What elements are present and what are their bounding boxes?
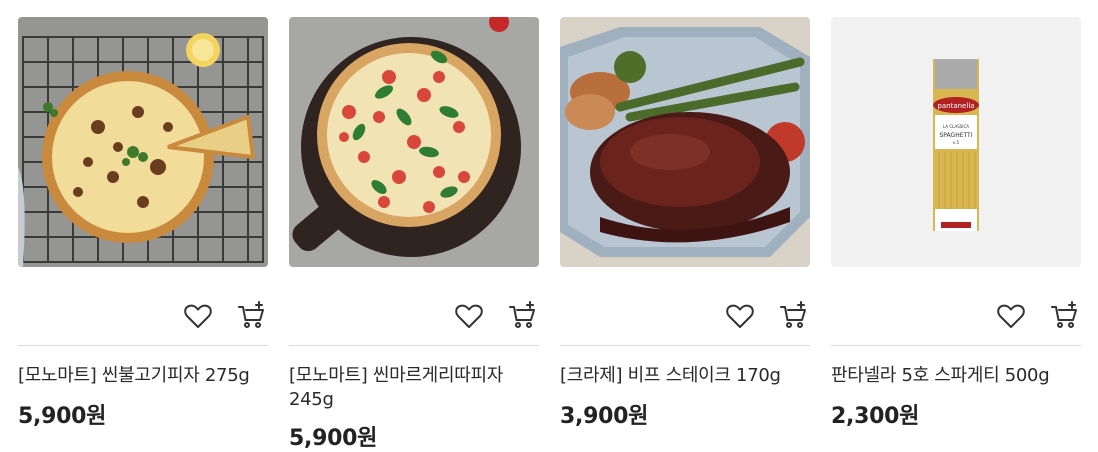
product-image[interactable]: pantanella LA CLASSICA SPAGHETTI n.5 (831, 17, 1081, 267)
package-product: SPAGHETTI (940, 132, 973, 139)
product-name[interactable]: 판타넬라 5호 스파게티 500g (831, 364, 1081, 388)
add-to-cart-button[interactable] (778, 300, 810, 332)
product-image[interactable] (560, 17, 810, 267)
wishlist-button[interactable] (995, 300, 1027, 332)
heart-icon (455, 304, 483, 328)
product-image[interactable] (289, 17, 539, 267)
add-to-cart-button[interactable] (236, 300, 268, 332)
package-brand: pantanella (937, 102, 974, 110)
product-actions (18, 267, 268, 346)
product-card[interactable]: [모노마트] 씬불고기피자 275g 5,900원 (18, 17, 268, 430)
package-number: n.5 (953, 140, 960, 145)
cart-icon (1051, 301, 1077, 328)
product-image[interactable] (18, 17, 268, 267)
product-name[interactable]: [모노마트] 씬불고기피자 275g (18, 364, 268, 388)
wishlist-button[interactable] (453, 300, 485, 332)
product-name[interactable]: [모노마트] 씬마르게리따피자 245g (289, 364, 539, 412)
package-line: LA CLASSICA (943, 124, 969, 129)
product-price: 5,900원 (289, 426, 378, 451)
heart-icon (997, 304, 1025, 328)
cart-icon (509, 301, 535, 328)
product-card[interactable]: pantanella LA CLASSICA SPAGHETTI n.5 판타넬… (831, 17, 1081, 430)
wishlist-button[interactable] (724, 300, 756, 332)
product-actions (831, 267, 1081, 346)
product-price: 3,900원 (560, 404, 649, 429)
product-price: 2,300원 (831, 404, 920, 429)
cart-icon (238, 301, 264, 328)
cart-icon (780, 301, 806, 328)
product-card[interactable]: [크라제] 비프 스테이크 170g 3,900원 (560, 17, 810, 430)
heart-icon (184, 304, 212, 328)
add-to-cart-button[interactable] (507, 300, 539, 332)
wishlist-button[interactable] (182, 300, 214, 332)
add-to-cart-button[interactable] (1049, 300, 1081, 332)
product-price: 5,900원 (18, 404, 107, 429)
product-name[interactable]: [크라제] 비프 스테이크 170g (560, 364, 810, 388)
heart-icon (726, 304, 754, 328)
product-actions (289, 267, 539, 346)
product-actions (560, 267, 810, 346)
product-card[interactable]: [모노마트] 씬마르게리따피자 245g 5,900원 (289, 17, 539, 452)
